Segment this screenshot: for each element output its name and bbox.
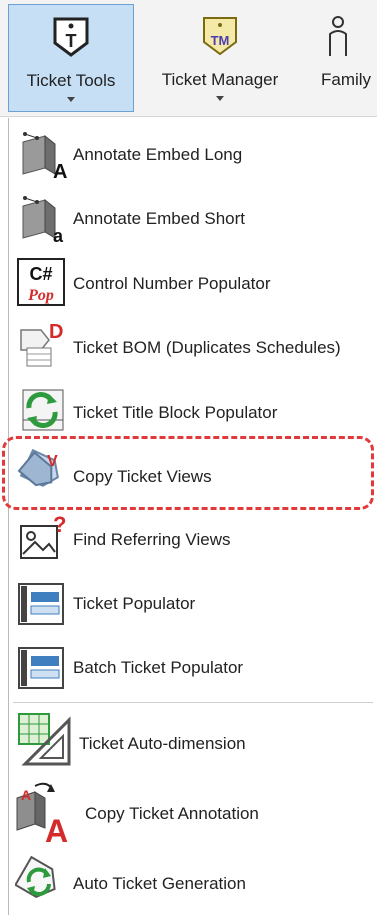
menu-item-label: Control Number Populator xyxy=(73,274,271,293)
menu-item-ticket-title-block-populator[interactable]: Ticket Title Block Populator xyxy=(9,380,377,440)
batch-ticket-populator-icon xyxy=(18,647,64,689)
svg-text:D: D xyxy=(49,321,63,343)
menu-item-copy-ticket-annotation[interactable]: A A Copy Ticket Annotation xyxy=(9,780,377,846)
menu-item-label: Find Referring Views xyxy=(73,530,231,549)
svg-text:A: A xyxy=(45,813,68,846)
ticket-tools-icon: T xyxy=(53,17,89,57)
auto-ticket-generation-icon xyxy=(15,855,56,898)
ticket-tools-label: Ticket Tools xyxy=(26,71,116,90)
svg-text:?: ? xyxy=(53,512,66,537)
menu-item-label: Ticket Title Block Populator xyxy=(73,403,278,422)
menu-item-auto-ticket-generation[interactable]: Auto Ticket Generation xyxy=(9,852,377,912)
ticket-populator-icon xyxy=(18,583,64,625)
chevron-down-icon xyxy=(216,96,224,101)
svg-text:A: A xyxy=(53,161,67,182)
ticket-tools-dropdown: A Annotate Embed Long a Annotate Embed S… xyxy=(8,118,377,915)
ticket-tools-tab[interactable]: T Ticket Tools xyxy=(8,4,134,112)
menu-item-ticket-auto-dimension[interactable]: Ticket Auto-dimension xyxy=(9,708,377,768)
menu-item-label: Ticket Auto-dimension xyxy=(79,734,246,753)
menu-item-label: Ticket BOM (Duplicates Schedules) xyxy=(73,338,341,357)
ticket-manager-label: Ticket Manager xyxy=(161,70,279,89)
menu-item-annotate-embed-short[interactable]: a Annotate Embed Short xyxy=(9,188,377,248)
menu-item-control-number-populator[interactable]: C# Pop Control Number Populator xyxy=(9,252,377,312)
find-referring-views-icon: ? xyxy=(20,512,66,559)
family-label: Family xyxy=(321,70,372,89)
svg-text:Pop: Pop xyxy=(27,287,54,304)
chevron-down-icon xyxy=(67,97,75,102)
menu-item-batch-ticket-populator[interactable]: Batch Ticket Populator xyxy=(9,636,377,696)
menu-item-label: Annotate Embed Short xyxy=(73,209,246,228)
ribbon: T Ticket Tools TM Ticket Manager Family xyxy=(0,0,377,117)
menu-item-label: Auto Ticket Generation xyxy=(73,874,246,893)
annotate-embed-short-icon: a xyxy=(22,196,64,246)
ticket-bom-icon: D xyxy=(20,321,63,367)
menu-item-annotate-embed-long[interactable]: A Annotate Embed Long xyxy=(9,126,377,186)
control-number-icon: C# Pop xyxy=(17,258,65,306)
family-tab[interactable]: Family xyxy=(308,4,377,112)
menu-item-label: Ticket Populator xyxy=(73,594,196,613)
title-block-icon xyxy=(22,389,64,431)
copy-ticket-annotation-icon: A A xyxy=(16,782,68,846)
svg-text:C#: C# xyxy=(29,264,52,284)
ticket-manager-icon: TM xyxy=(203,17,237,56)
annotate-embed-long-icon: A xyxy=(22,132,67,182)
menu-item-label: Batch Ticket Populator xyxy=(73,658,244,677)
svg-text:A: A xyxy=(21,787,31,803)
svg-text:T: T xyxy=(66,31,77,51)
auto-dimension-icon xyxy=(18,713,71,766)
menu-item-label: Copy Ticket Annotation xyxy=(85,804,259,823)
menu-item-label: Annotate Embed Long xyxy=(73,145,243,164)
menu-item-ticket-bom[interactable]: D Ticket BOM (Duplicates Schedules) xyxy=(9,316,377,376)
menu-separator xyxy=(13,702,373,703)
menu-item-find-referring-views[interactable]: ? Find Referring Views xyxy=(9,508,377,568)
menu-item-ticket-populator[interactable]: Ticket Populator xyxy=(9,572,377,632)
svg-text:TM: TM xyxy=(211,33,230,48)
family-icon xyxy=(329,16,347,56)
ticket-manager-tab[interactable]: TM Ticket Manager xyxy=(150,4,290,112)
highlight-annotation xyxy=(2,436,374,510)
svg-text:a: a xyxy=(53,226,64,246)
